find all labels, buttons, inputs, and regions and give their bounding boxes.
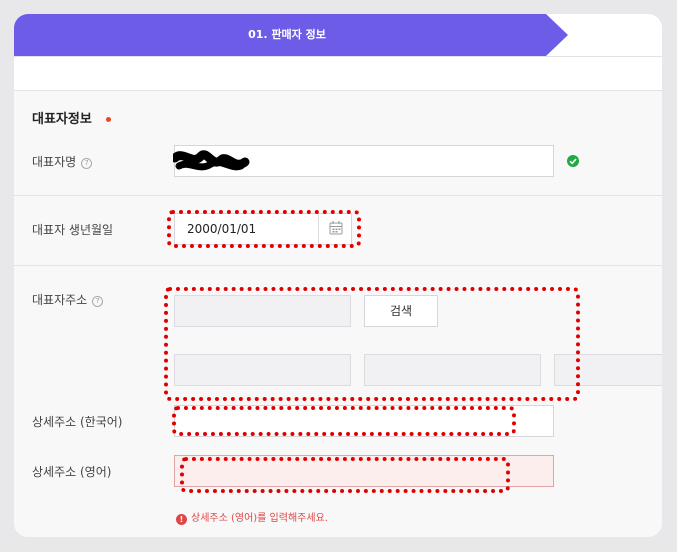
detail-ko-label: 상세주소 (한국어) — [32, 415, 123, 429]
row-divider — [14, 195, 662, 196]
rep-name-input[interactable] — [173, 145, 554, 177]
detail-en-error-message: ! 상세주소 (영어)를 입력해주세요. — [176, 509, 328, 525]
section-title: 대표자정보 — [32, 112, 92, 127]
step-progress-bar: 01. 판매자 정보 — [14, 14, 568, 56]
error-text: 상세주소 (영어)를 입력해주세요. — [191, 513, 328, 524]
annotation-box-detail-en — [180, 457, 510, 493]
check-circle-icon — [567, 155, 579, 167]
detail-en-label: 상세주소 (영어) — [32, 465, 112, 479]
address-label-text: 대표자주소 — [32, 293, 88, 307]
row-divider — [14, 265, 662, 266]
step-divider — [14, 56, 662, 57]
help-icon[interactable]: ? — [81, 158, 93, 169]
help-icon[interactable]: ? — [92, 296, 104, 307]
annotation-box-birth — [167, 210, 361, 248]
representative-info-panel: 대표자정보 대표자명? 대표자 생년월일 2000/01/01 대표자주소 ? … — [14, 90, 662, 537]
rep-name-label-text: 대표자명 — [32, 155, 77, 169]
birth-label: 대표자 생년월일 — [32, 223, 114, 237]
rep-name-label: 대표자명? — [32, 153, 93, 170]
step-label: 01. 판매자 정보 — [248, 28, 326, 41]
redaction-scribble — [173, 150, 250, 171]
annotation-box-address — [164, 287, 580, 401]
required-indicator — [106, 117, 111, 122]
exclamation-circle-icon: ! — [176, 514, 187, 525]
address-label: 대표자주소? — [32, 291, 104, 308]
seller-form-card: 01. 판매자 정보 대표자정보 대표자명? 대표자 생년월일 2000/01/… — [14, 14, 662, 537]
annotation-box-detail-ko — [172, 406, 516, 436]
